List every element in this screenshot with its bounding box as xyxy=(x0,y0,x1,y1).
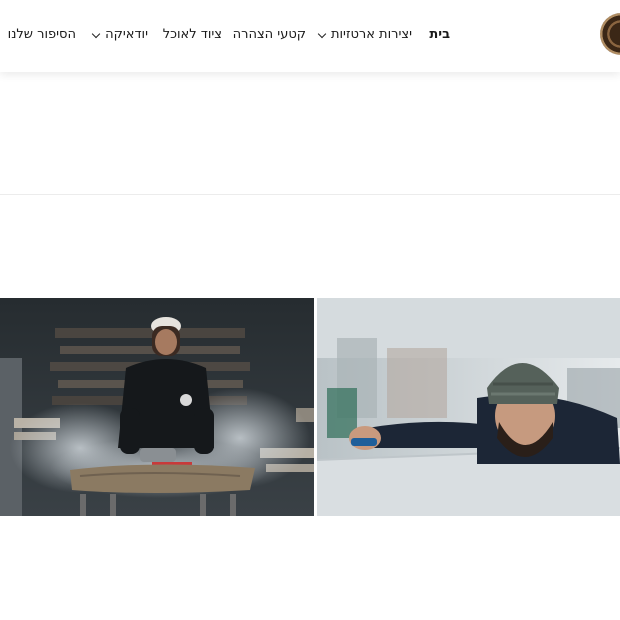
nav-item-food-equipment-label: ציוד לאוכל xyxy=(162,27,222,42)
craftsman-sanding-photo xyxy=(317,298,620,516)
main-nav: בית יצירות ארטזיות קטעי הצהרה ציוד לאוכל… xyxy=(6,24,450,46)
chevron-down-icon xyxy=(317,29,327,38)
craftsman-grinding-illustration xyxy=(0,298,314,516)
nav-item-food-equipment[interactable]: ציוד לאוכל xyxy=(163,24,222,46)
nav-item-judaica-label: יודאיקה xyxy=(105,27,148,42)
nav-item-our-story-label: הסיפור שלנו xyxy=(7,27,76,42)
nav-item-our-story[interactable]: הסיפור שלנו xyxy=(8,24,76,46)
section-divider xyxy=(0,194,620,195)
nav-item-home[interactable]: בית xyxy=(429,24,450,46)
round-seal-logo-icon[interactable] xyxy=(600,13,620,55)
nav-item-home-label: בית xyxy=(429,27,450,42)
craftsman-grinding-photo xyxy=(0,298,314,516)
craftsman-sanding-illustration xyxy=(317,298,620,516)
nav-item-judaica[interactable]: יודאיקה xyxy=(91,24,148,46)
nav-item-statement-pieces[interactable]: קטעי הצהרה xyxy=(233,24,306,46)
site-header: בית יצירות ארטזיות קטעי הצהרה ציוד לאוכל… xyxy=(0,0,620,72)
nav-item-artistic-works-label: יצירות ארטזיות xyxy=(330,27,412,42)
nav-item-statement-pieces-label: קטעי הצהרה xyxy=(232,27,306,42)
nav-item-artistic-works[interactable]: יצירות ארטזיות xyxy=(317,24,412,46)
chevron-down-icon xyxy=(91,29,101,38)
